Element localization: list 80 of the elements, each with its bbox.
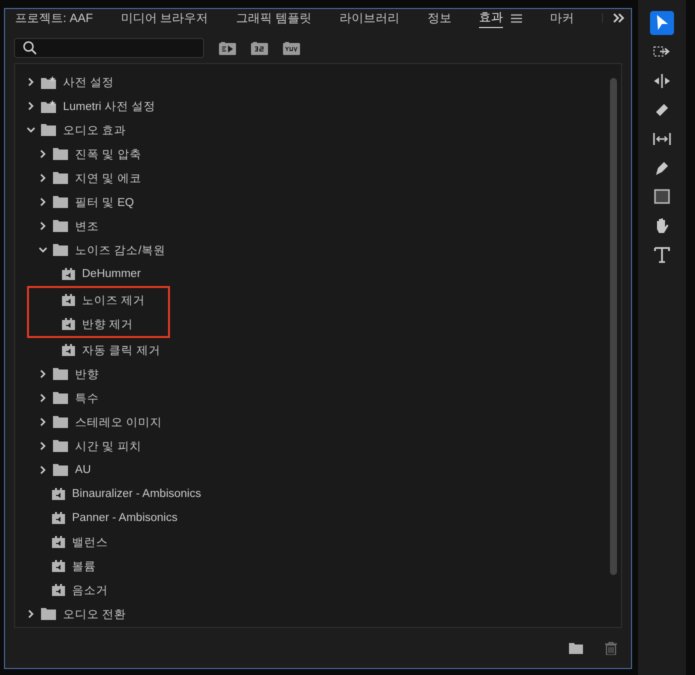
audio-effect-icon (62, 344, 75, 356)
tree-item-label[interactable]: 볼륨 (72, 558, 96, 574)
tree-item-label[interactable]: 반향 제거 (82, 316, 134, 332)
chevron-right-icon[interactable] (39, 174, 47, 182)
select-tool-button[interactable] (650, 11, 674, 35)
search-icon (23, 41, 37, 55)
audio-effect-icon (52, 584, 65, 596)
accelerated-effects-icon[interactable] (219, 42, 236, 54)
tree-item-label[interactable]: 오디오 전환 (63, 606, 126, 622)
menu-icon[interactable] (511, 14, 522, 22)
audio-effect-icon (52, 560, 65, 572)
tree-item-label[interactable]: Panner - Ambisonics (72, 512, 178, 524)
panel-tab[interactable]: 마커 (550, 8, 574, 28)
audio-effect-icon (52, 512, 65, 524)
audio-effect-icon (52, 536, 65, 548)
chevron-right-icon[interactable] (39, 222, 47, 230)
tree-item-label[interactable]: 시간 및 피치 (75, 438, 142, 454)
tree-item-label[interactable]: 지연 및 에코 (75, 170, 142, 186)
chevron-right-icon[interactable] (27, 78, 35, 86)
folder-icon (53, 148, 68, 160)
chevron-right-icon[interactable] (27, 102, 35, 110)
tree-item-label[interactable]: 자동 클릭 제거 (82, 342, 160, 358)
tree-item-label[interactable]: DeHummer (82, 268, 141, 280)
tree-item-label[interactable]: AU (75, 464, 91, 476)
folder-icon (53, 196, 68, 208)
text-icon (652, 245, 672, 265)
folder-icon (53, 464, 68, 476)
audio-effect-icon (62, 268, 75, 280)
tree-item-label[interactable]: 스테레오 이미지 (75, 414, 162, 430)
chevron-right-icon[interactable] (39, 442, 47, 450)
panel-tab[interactable]: 정보 (427, 8, 452, 28)
32-bit-effects-icon[interactable] (251, 42, 268, 54)
tree-item-label[interactable]: 노이즈 감소/복원 (75, 242, 166, 258)
yuv-effects-icon[interactable] (283, 42, 300, 54)
panel-tab[interactable]: 라이브러리 (339, 8, 400, 28)
panel-tab[interactable]: 미디어 브라우저 (120, 8, 208, 28)
audio-effect-icon (52, 488, 65, 500)
chevron-right-icon[interactable] (39, 370, 47, 378)
chevron-right-icon[interactable] (39, 394, 47, 402)
chevron-right-icon[interactable] (39, 198, 47, 206)
folder-icon (53, 220, 68, 232)
chevron-right-icon[interactable] (39, 418, 47, 426)
tree-item-label[interactable]: 밸런스 (72, 534, 108, 550)
audio-effect-icon (62, 318, 75, 330)
chevron-down-icon[interactable] (27, 126, 35, 134)
chevron-right-icon[interactable] (27, 610, 35, 618)
search-field[interactable] (14, 38, 204, 58)
trash-icon[interactable] (605, 642, 617, 654)
folder-icon (53, 392, 68, 404)
tree-item-label[interactable]: 진폭 및 압축 (75, 146, 142, 162)
panel-tab[interactable]: 프로젝트: AAF (15, 8, 94, 28)
chevron-right-icon[interactable] (39, 466, 47, 474)
tree-item-label[interactable]: 특수 (75, 390, 99, 406)
tree-item-label[interactable]: Binauralizer - Ambisonics (72, 488, 202, 500)
folder-icon (53, 172, 68, 184)
audio-effect-icon (62, 294, 75, 306)
folder-icon (41, 124, 56, 136)
chevron-down-icon[interactable] (39, 246, 47, 254)
star-folder-icon (41, 76, 56, 88)
tree-item-label[interactable]: 반향 (75, 366, 99, 382)
folder-icon (41, 608, 56, 620)
chevron-right-icon[interactable] (39, 150, 47, 158)
folder-icon (53, 244, 68, 256)
scrollbar[interactable] (610, 78, 617, 575)
tree-item-label[interactable]: 노이즈 제거 (82, 292, 146, 308)
panel-tab[interactable]: 효과 (479, 8, 504, 28)
tree-item-label[interactable]: 오디오 효과 (63, 122, 126, 138)
folder-icon (53, 368, 68, 380)
rectangle-icon (652, 187, 672, 207)
new-folder-icon[interactable] (569, 642, 583, 654)
tree-item-label[interactable]: 변조 (75, 218, 99, 234)
tree-item-label[interactable]: 음소거 (72, 582, 108, 598)
tree-item-label[interactable]: 필터 및 EQ (75, 194, 134, 210)
panel-tab[interactable]: 그래픽 템플릿 (236, 8, 312, 28)
tree-item-label[interactable]: Lumetri 사전 설정 (63, 98, 156, 114)
folder-icon (53, 440, 68, 452)
tree-item-label[interactable]: 사전 설정 (63, 74, 114, 90)
star-folder-icon (41, 100, 56, 112)
folder-icon (53, 416, 68, 428)
split-arrows-icon (652, 71, 672, 91)
